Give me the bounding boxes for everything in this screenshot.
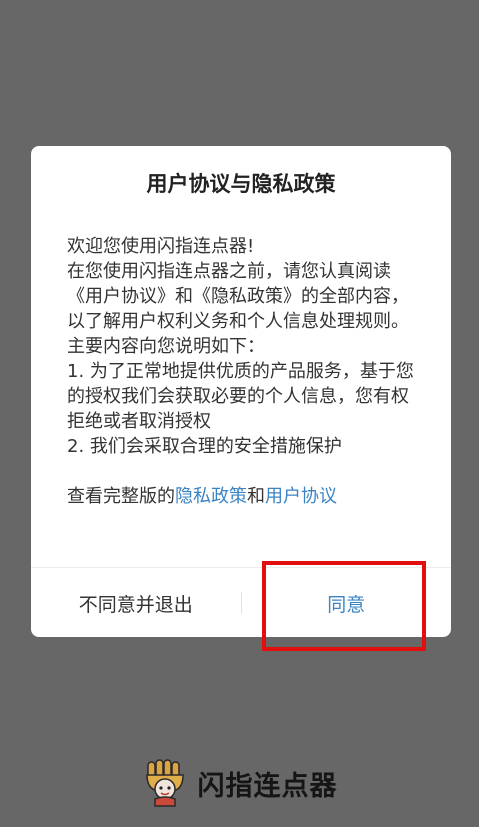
app-name: 闪指连点器 — [197, 770, 338, 802]
agree-button[interactable]: 同意 — [242, 590, 452, 617]
point-two-text: 2. 我们会采取合理的安全措施保护 — [67, 436, 342, 457]
intro-text: 在您使用闪指连点器之前，请您认真阅读《用户协议》和《隐私政策》的全部内容，以了解… — [67, 261, 409, 357]
view-full-line: 查看完整版的隐私政策和用户协议 — [67, 484, 417, 509]
privacy-policy-link[interactable]: 隐私政策 — [175, 486, 247, 507]
privacy-dialog: 用户协议与隐私政策 欢迎您使用闪指连点器! 在您使用闪指连点器之前，请您认真阅读… — [31, 146, 451, 637]
dialog-body: 欢迎您使用闪指连点器! 在您使用闪指连点器之前，请您认真阅读《用户协议》和《隐私… — [67, 234, 417, 509]
welcome-text: 欢迎您使用闪指连点器! — [67, 236, 255, 257]
brand-footer: 闪指连点器 — [0, 755, 479, 811]
dialog-footer: 不同意并退出 同意 — [31, 567, 451, 637]
disagree-exit-button[interactable]: 不同意并退出 — [31, 590, 241, 617]
and-text: 和 — [247, 486, 265, 507]
user-agreement-link[interactable]: 用户协议 — [265, 486, 337, 507]
glove-mascot-icon — [145, 759, 184, 807]
dialog-title: 用户协议与隐私政策 — [146, 172, 336, 196]
view-full-prefix: 查看完整版的 — [67, 486, 175, 507]
point-one-text: 1. 为了正常地提供优质的产品服务，基于您的授权我们会获取必要的个人信息，您有权… — [67, 361, 414, 432]
screen: 用户协议与隐私政策 欢迎您使用闪指连点器! 在您使用闪指连点器之前，请您认真阅读… — [0, 0, 479, 827]
